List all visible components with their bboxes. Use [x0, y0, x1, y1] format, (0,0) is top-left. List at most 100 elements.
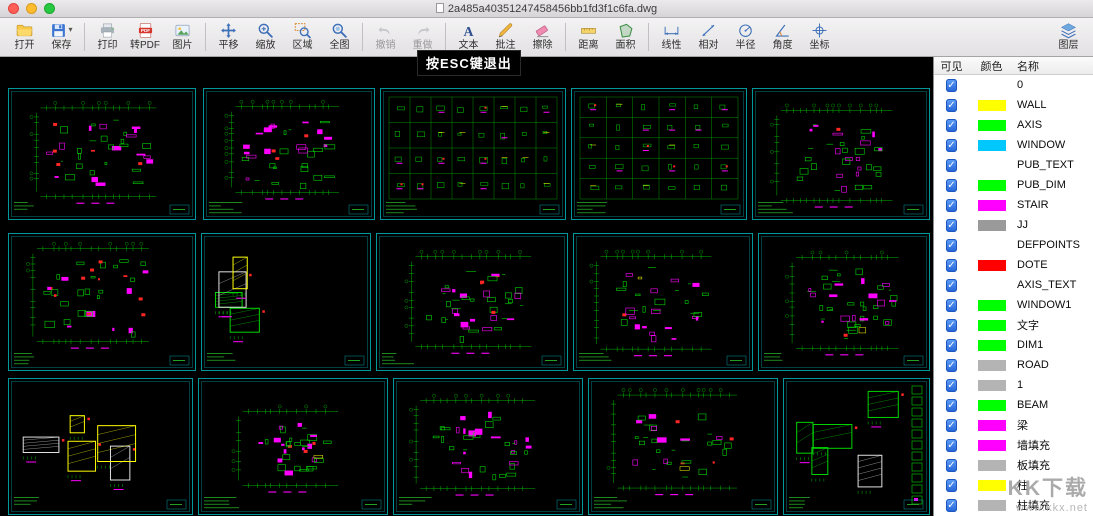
layer-row[interactable]: ✓ STAIR	[934, 195, 1093, 215]
drawing-sheet	[198, 378, 388, 515]
layer-visible-checkbox[interactable]: ✓	[946, 139, 957, 152]
layer-visible-checkbox[interactable]: ✓	[946, 219, 957, 232]
layer-color-cell	[969, 479, 1014, 491]
layer-color-cell	[969, 179, 1014, 191]
layer-visible-checkbox[interactable]: ✓	[946, 499, 957, 512]
toolbar-erase-button[interactable]: 擦除	[524, 18, 561, 56]
toolbar-coordinate-button[interactable]: 坐标	[801, 18, 838, 56]
layer-row[interactable]: ✓ DOTE	[934, 255, 1093, 275]
layer-color-swatch[interactable]	[977, 299, 1006, 311]
layer-visible-checkbox[interactable]: ✓	[946, 419, 957, 432]
layer-visible-checkbox[interactable]: ✓	[946, 339, 957, 352]
toolbar-image-button[interactable]: 图片	[164, 18, 201, 56]
layer-color-swatch[interactable]	[977, 339, 1006, 351]
drawing-sheet	[380, 88, 566, 220]
toolbar-open-button[interactable]: 打开	[6, 18, 43, 56]
layer-row[interactable]: ✓ ROAD	[934, 355, 1093, 375]
toolbar-linear-button[interactable]: 线性	[653, 18, 690, 56]
minimize-button[interactable]	[26, 3, 37, 14]
layer-name: DIM1	[1017, 339, 1044, 351]
layer-color-swatch[interactable]	[977, 419, 1006, 431]
layer-color-swatch[interactable]	[977, 319, 1006, 331]
layer-row[interactable]: ✓ 0	[934, 75, 1093, 95]
dropdown-caret-icon[interactable]: ▾	[68, 26, 72, 34]
layer-visible-checkbox[interactable]: ✓	[946, 379, 957, 392]
layer-color-swatch[interactable]	[977, 259, 1006, 271]
drawing-sheet	[376, 233, 568, 371]
layer-row[interactable]: ✓ 梁	[934, 415, 1093, 435]
layer-color-swatch[interactable]	[977, 479, 1006, 491]
layer-color-swatch[interactable]	[977, 379, 1006, 391]
layer-row[interactable]: ✓ AXIS	[934, 115, 1093, 135]
toolbar-area-button[interactable]: 面积	[607, 18, 644, 56]
toolbar-layers-button[interactable]: 图层	[1050, 18, 1087, 56]
toolbar-zoom-all-button[interactable]: 全图	[321, 18, 358, 56]
toolbar-print-button[interactable]: 打印	[89, 18, 126, 56]
layer-row[interactable]: ✓ 柱	[934, 475, 1093, 495]
layer-color-swatch[interactable]	[977, 279, 1006, 291]
toolbar-angle-button[interactable]: 角度	[764, 18, 801, 56]
layer-row[interactable]: ✓ PUB_DIM	[934, 175, 1093, 195]
toolbar-layers-label: 图层	[1058, 40, 1079, 51]
fullscreen-button[interactable]	[44, 3, 55, 14]
toolbar-distance-button[interactable]: 距离	[570, 18, 607, 56]
layer-row[interactable]: ✓ WINDOW1	[934, 295, 1093, 315]
image-icon	[174, 21, 191, 39]
layer-row[interactable]: ✓ 文字	[934, 315, 1093, 335]
layer-row[interactable]: ✓ WALL	[934, 95, 1093, 115]
layer-visible-checkbox[interactable]: ✓	[946, 159, 957, 172]
toolbar-radius-button[interactable]: 半径	[727, 18, 764, 56]
toolbar-to-pdf-button[interactable]: PDF 转PDF	[126, 18, 164, 56]
layer-row[interactable]: ✓ 墙填充	[934, 435, 1093, 455]
layer-row[interactable]: ✓ AXIS_TEXT	[934, 275, 1093, 295]
layer-visible-checkbox[interactable]: ✓	[946, 179, 957, 192]
toolbar-relative-button[interactable]: 相对	[690, 18, 727, 56]
toolbar-save-button[interactable]: ▾ 保存	[43, 18, 80, 56]
layer-row[interactable]: ✓ DEFPOINTS	[934, 235, 1093, 255]
layer-visible-checkbox[interactable]: ✓	[946, 459, 957, 472]
layer-visible-checkbox[interactable]: ✓	[946, 479, 957, 492]
close-button[interactable]	[8, 3, 19, 14]
toolbar-zoom-button[interactable]: 缩放	[247, 18, 284, 56]
drawing-canvas[interactable]	[0, 57, 933, 516]
layer-color-swatch[interactable]	[977, 459, 1006, 471]
layer-visible-checkbox[interactable]: ✓	[946, 119, 957, 132]
layer-visible-checkbox[interactable]: ✓	[946, 239, 957, 252]
cad-drawing[interactable]	[0, 57, 933, 516]
toolbar-zoom-region-button[interactable]: 区域	[284, 18, 321, 56]
layer-visible-checkbox[interactable]: ✓	[946, 79, 957, 92]
layer-row[interactable]: ✓ 板填充	[934, 455, 1093, 475]
layer-color-swatch[interactable]	[977, 159, 1006, 171]
layer-color-swatch[interactable]	[977, 359, 1006, 371]
layer-visible-cell: ✓	[934, 439, 969, 452]
layer-visible-checkbox[interactable]: ✓	[946, 259, 957, 272]
layer-visible-checkbox[interactable]: ✓	[946, 439, 957, 452]
layer-row[interactable]: ✓ PUB_TEXT	[934, 155, 1093, 175]
layer-row[interactable]: ✓ JJ	[934, 215, 1093, 235]
layer-color-swatch[interactable]	[977, 399, 1006, 411]
layer-color-swatch[interactable]	[977, 119, 1006, 131]
layer-row[interactable]: ✓ BEAM	[934, 395, 1093, 415]
layer-color-swatch[interactable]	[977, 179, 1006, 191]
layer-color-swatch[interactable]	[977, 139, 1006, 151]
layer-visible-checkbox[interactable]: ✓	[946, 99, 957, 112]
layer-color-swatch[interactable]	[977, 79, 1006, 91]
layer-color-swatch[interactable]	[977, 499, 1006, 511]
layer-row[interactable]: ✓ 1	[934, 375, 1093, 395]
layer-visible-checkbox[interactable]: ✓	[946, 299, 957, 312]
layer-row[interactable]: ✓ 柱填充	[934, 495, 1093, 515]
layer-color-swatch[interactable]	[977, 439, 1006, 451]
layer-color-swatch[interactable]	[977, 219, 1006, 231]
layer-visible-checkbox[interactable]: ✓	[946, 199, 957, 212]
layer-color-cell	[969, 379, 1014, 391]
layer-visible-checkbox[interactable]: ✓	[946, 319, 957, 332]
layer-visible-checkbox[interactable]: ✓	[946, 279, 957, 292]
layer-color-swatch[interactable]	[977, 199, 1006, 211]
layer-color-swatch[interactable]	[977, 239, 1006, 251]
layer-row[interactable]: ✓ WINDOW	[934, 135, 1093, 155]
layer-visible-checkbox[interactable]: ✓	[946, 399, 957, 412]
layer-row[interactable]: ✓ DIM1	[934, 335, 1093, 355]
toolbar-pan-button[interactable]: 平移	[210, 18, 247, 56]
layer-color-swatch[interactable]	[977, 99, 1006, 111]
layer-visible-checkbox[interactable]: ✓	[946, 359, 957, 372]
